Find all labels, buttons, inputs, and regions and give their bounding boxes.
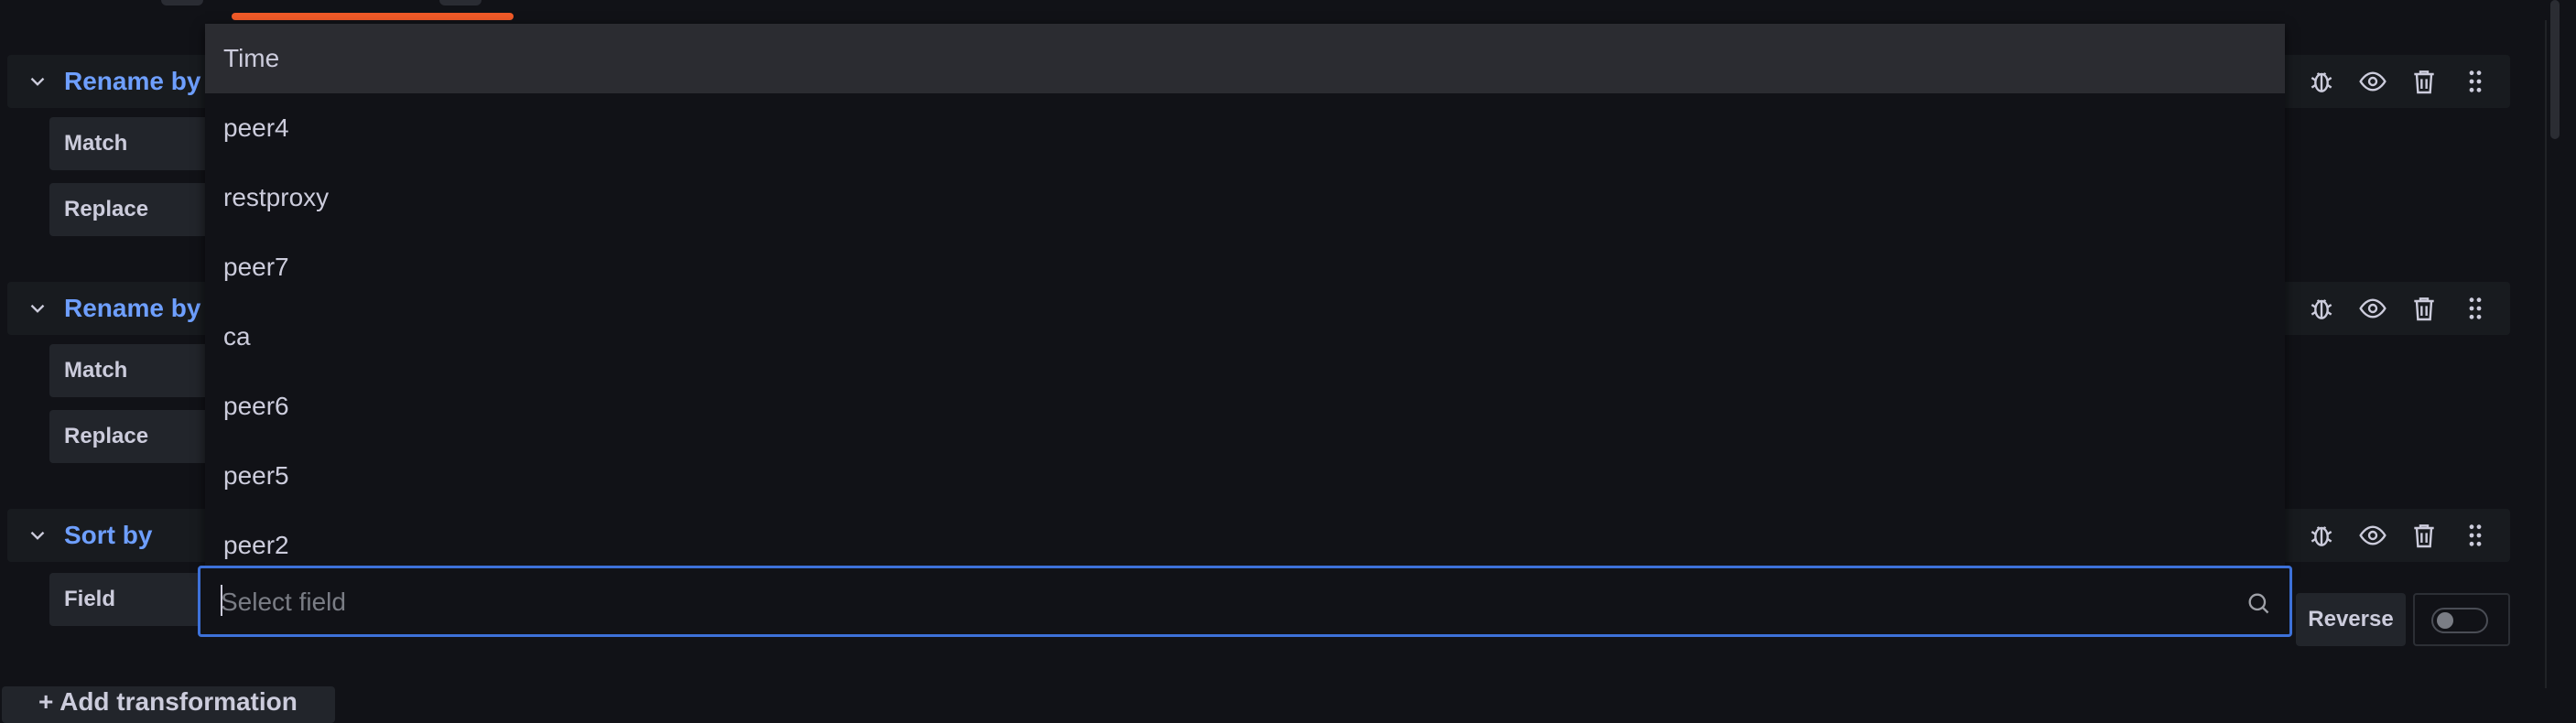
trash-icon[interactable] — [2409, 67, 2439, 96]
menu-option[interactable]: peer4 — [205, 93, 2285, 163]
menu-option[interactable]: restproxy — [205, 163, 2285, 232]
field-options-menu: Time peer4 restproxy peer7 ca peer6 peer… — [205, 24, 2285, 575]
field-label-match: Match — [49, 344, 214, 397]
eye-icon[interactable] — [2358, 294, 2387, 323]
menu-option[interactable]: ca — [205, 302, 2285, 372]
reverse-toggle[interactable] — [2431, 608, 2488, 633]
select-field-input-wrapper[interactable] — [198, 566, 2292, 637]
chevron-down-icon[interactable] — [26, 297, 49, 320]
transformation-title[interactable]: Sort by — [64, 521, 152, 550]
top-tab-bar — [0, 0, 2576, 20]
search-icon — [2248, 593, 2269, 614]
drag-handle-icon[interactable] — [2461, 521, 2490, 550]
chevron-down-icon[interactable] — [26, 523, 49, 547]
trash-icon[interactable] — [2409, 294, 2439, 323]
field-label-replace: Replace — [49, 410, 214, 463]
reverse-label: Reverse — [2296, 593, 2406, 646]
eye-icon[interactable] — [2358, 67, 2387, 96]
reverse-toggle-container — [2413, 593, 2510, 646]
menu-option[interactable]: peer7 — [205, 232, 2285, 302]
drag-handle-icon[interactable] — [2461, 294, 2490, 323]
trash-icon[interactable] — [2409, 521, 2439, 550]
field-label-field: Field — [49, 573, 214, 626]
chevron-down-icon[interactable] — [26, 70, 49, 93]
debug-icon[interactable] — [2307, 67, 2336, 96]
field-label-replace: Replace — [49, 183, 214, 236]
transformation-actions — [2256, 67, 2490, 96]
add-transformation-button[interactable]: + Add transformation — [2, 686, 335, 723]
toggle-knob — [2437, 612, 2453, 629]
menu-option[interactable]: peer5 — [205, 441, 2285, 511]
menu-option[interactable]: Time — [205, 24, 2285, 93]
drag-handle-icon[interactable] — [2461, 67, 2490, 96]
eye-icon[interactable] — [2358, 521, 2387, 550]
text-cursor — [221, 585, 222, 616]
debug-icon[interactable] — [2307, 294, 2336, 323]
transformation-actions — [2256, 294, 2490, 323]
scrollbar[interactable] — [2550, 0, 2560, 139]
select-field-input[interactable] — [219, 579, 2218, 625]
tab-badge — [439, 0, 482, 5]
active-tab-indicator — [232, 13, 514, 20]
menu-option[interactable]: peer6 — [205, 372, 2285, 441]
debug-icon[interactable] — [2307, 521, 2336, 550]
field-label-match: Match — [49, 117, 214, 170]
transformation-actions — [2256, 521, 2490, 550]
tab-badge — [161, 0, 203, 5]
